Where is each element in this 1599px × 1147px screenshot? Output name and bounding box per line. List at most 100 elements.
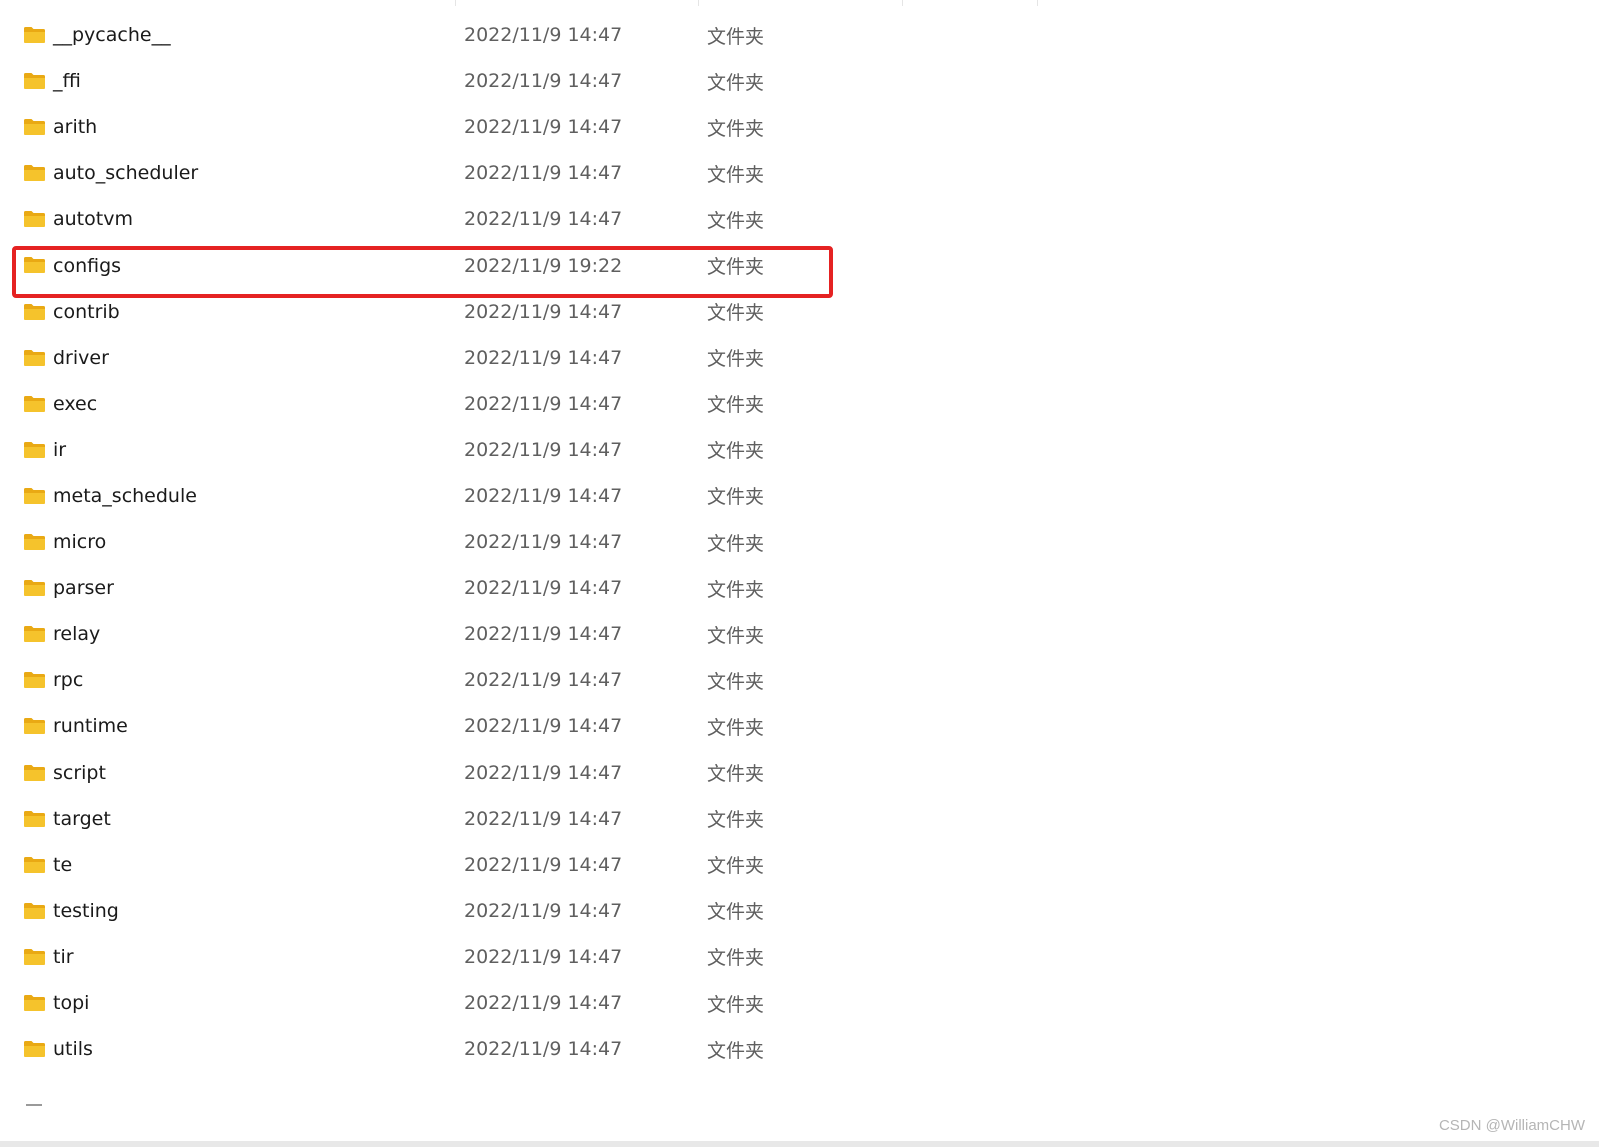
file-type: 文件夹: [707, 394, 765, 417]
file-name: exec: [53, 392, 98, 415]
file-type: 文件夹: [707, 1039, 765, 1062]
file-type: 文件夹: [707, 71, 765, 94]
file-name: configs: [53, 254, 122, 277]
file-modified-date: 2022/11/9 14:47: [464, 577, 623, 600]
column-separator-name[interactable]: [455, 0, 456, 6]
file-modified-date: 2022/11/9 14:47: [464, 715, 623, 738]
folder-icon: [24, 73, 45, 90]
file-row-meta_schedule[interactable]: meta_schedule 2022/11/9 14:47 文件夹: [0, 473, 1599, 519]
folder-icon: [24, 810, 45, 827]
column-separator-size[interactable]: [1037, 0, 1038, 6]
file-row-exec[interactable]: exec 2022/11/9 14:47 文件夹: [0, 381, 1599, 427]
file-name: contrib: [53, 300, 120, 323]
file-type: 文件夹: [707, 809, 765, 832]
file-name: parser: [53, 577, 114, 600]
file-modified-date: 2022/11/9 14:47: [464, 300, 623, 323]
file-type: 文件夹: [707, 256, 765, 279]
folder-icon: [24, 165, 45, 182]
file-type: 文件夹: [707, 578, 765, 601]
file-type: 文件夹: [707, 901, 765, 924]
file-row-te[interactable]: te 2022/11/9 14:47 文件夹: [0, 842, 1599, 888]
folder-icon: [24, 764, 45, 781]
folder-icon: [24, 487, 45, 504]
file-row-configs[interactable]: configs 2022/11/9 19:22 文件夹: [0, 242, 1599, 288]
file-modified-date: 2022/11/9 14:47: [464, 162, 623, 185]
folder-icon: [24, 626, 45, 643]
file-modified-date: 2022/11/9 14:47: [464, 70, 623, 93]
file-name: arith: [53, 116, 98, 139]
file-row-runtime[interactable]: runtime 2022/11/9 14:47 文件夹: [0, 703, 1599, 749]
folder-icon: [24, 948, 45, 965]
file-type: 文件夹: [707, 163, 765, 186]
file-modified-date: 2022/11/9 14:47: [464, 899, 623, 922]
file-row-relay[interactable]: relay 2022/11/9 14:47 文件夹: [0, 611, 1599, 657]
folder-icon: [24, 902, 45, 919]
file-modified-date: 2022/11/9 14:47: [464, 761, 623, 784]
file-modified-date: 2022/11/9 14:47: [464, 1038, 623, 1061]
file-type: 文件夹: [707, 670, 765, 693]
file-row-tir[interactable]: tir 2022/11/9 14:47 文件夹: [0, 934, 1599, 980]
folder-icon: [24, 441, 45, 458]
file-modified-date: 2022/11/9 14:47: [464, 392, 623, 415]
file-type: 文件夹: [707, 947, 765, 970]
folder-icon: [24, 718, 45, 735]
file-name: ir: [53, 438, 67, 461]
file-type: 文件夹: [707, 209, 765, 232]
folder-icon: [24, 395, 45, 412]
file-row-topi[interactable]: topi 2022/11/9 14:47 文件夹: [0, 980, 1599, 1026]
file-name: micro: [53, 531, 107, 554]
file-modified-date: 2022/11/9 14:47: [464, 623, 623, 646]
file-name: script: [53, 761, 106, 784]
folder-icon: [24, 1041, 45, 1058]
file-row-rpc[interactable]: rpc 2022/11/9 14:47 文件夹: [0, 657, 1599, 703]
file-name: testing: [53, 899, 119, 922]
file-row-utils[interactable]: utils 2022/11/9 14:47 文件夹: [0, 1026, 1599, 1072]
folder-icon: [24, 303, 45, 320]
file-type: 文件夹: [707, 486, 765, 509]
file-row-arith[interactable]: arith 2022/11/9 14:47 文件夹: [0, 104, 1599, 150]
file-row-autotvm[interactable]: autotvm 2022/11/9 14:47 文件夹: [0, 196, 1599, 242]
file-modified-date: 2022/11/9 14:47: [464, 992, 623, 1015]
file-row-testing[interactable]: testing 2022/11/9 14:47 文件夹: [0, 888, 1599, 934]
file-type: 文件夹: [707, 532, 765, 555]
folder-icon: [24, 119, 45, 136]
file-type: 文件夹: [707, 348, 765, 371]
file-row-script[interactable]: script 2022/11/9 14:47 文件夹: [0, 750, 1599, 796]
file-type: 文件夹: [707, 624, 765, 647]
file-list: __pycache__ 2022/11/9 14:47 文件夹 _ffi 202…: [0, 12, 1599, 1072]
file-name: rpc: [53, 669, 84, 692]
file-row-driver[interactable]: driver 2022/11/9 14:47 文件夹: [0, 335, 1599, 381]
file-modified-date: 2022/11/9 14:47: [464, 346, 623, 369]
column-separator-date[interactable]: [698, 0, 699, 6]
folder-icon: [24, 580, 45, 597]
file-row-micro[interactable]: micro 2022/11/9 14:47 文件夹: [0, 519, 1599, 565]
file-row-ir[interactable]: ir 2022/11/9 14:47 文件夹: [0, 427, 1599, 473]
file-row-__pycache__[interactable]: __pycache__ 2022/11/9 14:47 文件夹: [0, 12, 1599, 58]
file-type: 文件夹: [707, 855, 765, 878]
file-name: __pycache__: [53, 24, 171, 47]
file-row-_ffi[interactable]: _ffi 2022/11/9 14:47 文件夹: [0, 58, 1599, 104]
folder-icon: [24, 856, 45, 873]
folder-icon: [24, 994, 45, 1011]
watermark: CSDN @WilliamCHW: [1438, 1117, 1585, 1134]
file-type: 文件夹: [707, 117, 765, 140]
file-modified-date: 2022/11/9 14:47: [464, 208, 623, 231]
folder-icon: [24, 672, 45, 689]
column-separator-type[interactable]: [902, 0, 903, 6]
folder-icon: [24, 534, 45, 551]
file-modified-date: 2022/11/9 14:47: [464, 531, 623, 554]
file-row-parser[interactable]: parser 2022/11/9 14:47 文件夹: [0, 565, 1599, 611]
file-row-target[interactable]: target 2022/11/9 14:47 文件夹: [0, 796, 1599, 842]
file-name: relay: [53, 623, 101, 646]
file-name: topi: [53, 992, 90, 1015]
file-modified-date: 2022/11/9 14:47: [464, 945, 623, 968]
file-modified-date: 2022/11/9 14:47: [464, 116, 623, 139]
file-type: 文件夹: [707, 440, 765, 463]
file-row-contrib[interactable]: contrib 2022/11/9 14:47 文件夹: [0, 289, 1599, 335]
file-type: 文件夹: [707, 993, 765, 1016]
folder-icon: [24, 27, 45, 43]
folder-icon: [24, 349, 45, 366]
file-row-auto_scheduler[interactable]: auto_scheduler 2022/11/9 14:47 文件夹: [0, 150, 1599, 196]
file-modified-date: 2022/11/9 14:47: [464, 669, 623, 692]
file-modified-date: 2022/11/9 19:22: [464, 254, 623, 277]
